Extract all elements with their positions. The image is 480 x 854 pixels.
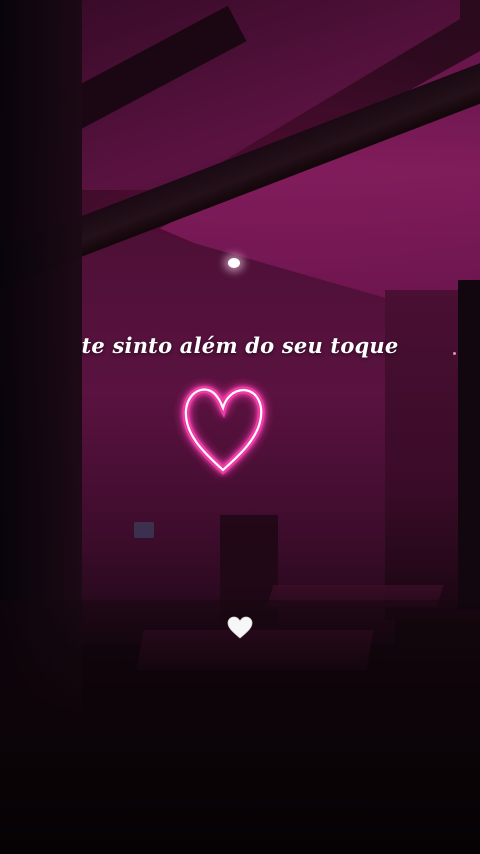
window-frame-pillar-right	[458, 280, 480, 610]
ceiling-light	[228, 258, 240, 268]
photo-scene: te sinto além do seu toque	[0, 0, 480, 854]
caption-text: te sinto além do seu toque	[81, 333, 399, 358]
background-screen	[134, 522, 154, 538]
neon-heart-icon	[182, 386, 265, 475]
table-foreground	[136, 630, 374, 670]
white-heart-icon	[227, 616, 253, 639]
